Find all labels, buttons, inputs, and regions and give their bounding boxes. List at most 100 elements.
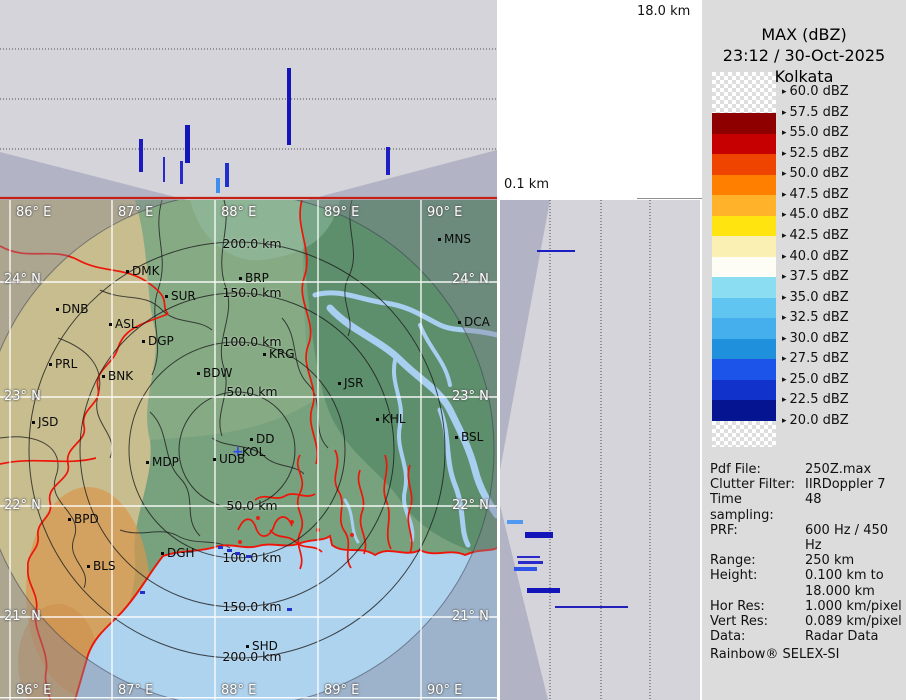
legend-tick-label: ▸47.5 dBZ <box>782 187 849 203</box>
right-cross-section <box>500 200 700 700</box>
echo-row-bar <box>555 606 628 608</box>
metadata-row: Range:250 km <box>710 553 904 568</box>
metadata-value: Radar Data <box>805 629 878 644</box>
legend-tick-label: ▸32.5 dBZ <box>782 310 849 326</box>
legend-tick-label: ▸55.0 dBZ <box>782 125 849 141</box>
metadata-row: Height:0.100 km to 18.000 km <box>710 568 904 598</box>
legend-swatch <box>712 113 776 134</box>
metadata-row: Vert Res:0.089 km/pixel <box>710 614 904 629</box>
echo-column-bar <box>386 147 390 175</box>
right-strip-echo-bars <box>500 200 700 700</box>
legend-swatch <box>712 257 776 278</box>
map-echo-specks <box>0 200 497 700</box>
legend-swatch <box>712 154 776 175</box>
echo-speck <box>287 608 292 611</box>
echo-row-bar <box>507 520 523 524</box>
radar-map: 86° E86° E87° E87° E88° E88° E89° E89° E… <box>0 200 497 700</box>
echo-speck <box>235 552 240 555</box>
legend-tick-label: ▸25.0 dBZ <box>782 372 849 388</box>
legend-swatch <box>712 236 776 257</box>
legend-swatch <box>712 400 776 421</box>
legend-swatch <box>712 134 776 155</box>
metadata-key: Time sampling: <box>710 492 805 522</box>
metadata-key: Hor Res: <box>710 599 805 614</box>
metadata-value: 0.100 km to 18.000 km <box>805 568 884 598</box>
echo-speck <box>140 591 145 594</box>
height-axis-max-label: 18.0 km <box>637 4 690 19</box>
legend-swatch <box>712 359 776 380</box>
echo-row-bar <box>517 556 540 558</box>
legend-tick-label: ▸40.0 dBZ <box>782 249 849 265</box>
legend-tick-arrow-icon: ▸ <box>782 395 787 405</box>
legend-tick-arrow-icon: ▸ <box>782 128 787 138</box>
legend-tick-arrow-icon: ▸ <box>782 231 787 241</box>
echo-column-bar <box>287 68 291 145</box>
legend-tick-arrow-icon: ▸ <box>782 313 787 323</box>
legend-tick-arrow-icon: ▸ <box>782 169 787 179</box>
legend-tick-arrow-icon: ▸ <box>782 354 787 364</box>
echo-row-bar <box>537 250 575 252</box>
metadata-key: Clutter Filter: <box>710 477 805 492</box>
legend-tick-arrow-icon: ▸ <box>782 108 787 118</box>
metadata-value: 600 Hz / 450 Hz <box>805 523 904 553</box>
metadata-value: 48 <box>805 492 822 522</box>
echo-row-bar <box>525 532 553 538</box>
right-strip-top-border <box>637 198 702 199</box>
legend-tick-label: ▸45.0 dBZ <box>782 207 849 223</box>
legend-swatch-below-min <box>712 421 776 447</box>
top-strip-echo-bars <box>0 0 497 200</box>
metadata-key: PRF: <box>710 523 805 553</box>
legend-tick-arrow-icon: ▸ <box>782 190 787 200</box>
product-datetime: 23:12 / 30-Oct-2025 <box>702 45 906 66</box>
legend-swatch <box>712 298 776 319</box>
metadata-value: 250 km <box>805 553 854 568</box>
legend-tick-arrow-icon: ▸ <box>782 87 787 97</box>
echo-row-bar <box>527 588 560 593</box>
echo-column-bar <box>185 125 190 163</box>
metadata-value: 1.000 km/pixel <box>805 599 902 614</box>
echo-column-bar <box>225 163 229 187</box>
legend-tick-label: ▸52.5 dBZ <box>782 146 849 162</box>
legend-tick-label: ▸57.5 dBZ <box>782 105 849 121</box>
echo-speck <box>218 546 223 549</box>
legend-tick-label: ▸20.0 dBZ <box>782 413 849 429</box>
top-cross-section <box>0 0 497 200</box>
legend-swatch <box>712 175 776 196</box>
echo-column-bar <box>139 139 143 172</box>
echo-column-bar <box>163 157 165 182</box>
legend-swatch <box>712 195 776 216</box>
legend-tick-arrow-icon: ▸ <box>782 375 787 385</box>
legend-tick-label: ▸27.5 dBZ <box>782 351 849 367</box>
legend-tick-arrow-icon: ▸ <box>782 149 787 159</box>
echo-row-bar <box>518 561 543 564</box>
height-axis-min-label: 0.1 km <box>504 177 549 192</box>
metadata-row: Time sampling:48 <box>710 492 904 522</box>
metadata-value: IIRDoppler 7 <box>805 477 886 492</box>
legend-swatch <box>712 277 776 298</box>
metadata-key: Vert Res: <box>710 614 805 629</box>
radar-display-window: 18.0 km 0.1 km <box>0 0 906 700</box>
metadata-list: Pdf File:250Z.maxClutter Filter:IIRDoppl… <box>710 462 904 663</box>
metadata-value: 0.089 km/pixel <box>805 614 902 629</box>
legend-swatch-above-max <box>712 72 776 113</box>
echo-speck <box>227 549 232 552</box>
legend-tick-arrow-icon: ▸ <box>782 416 787 426</box>
metadata-row: Pdf File:250Z.max <box>710 462 904 477</box>
legend-swatch <box>712 339 776 360</box>
legend-tick-label: ▸42.5 dBZ <box>782 228 849 244</box>
legend-tick-label: ▸35.0 dBZ <box>782 290 849 306</box>
legend-tick-label: ▸22.5 dBZ <box>782 392 849 408</box>
legend-tick-arrow-icon: ▸ <box>782 252 787 262</box>
echo-column-bar <box>180 161 183 184</box>
metadata-row: PRF:600 Hz / 450 Hz <box>710 523 904 553</box>
legend-swatch <box>712 380 776 401</box>
echo-speck <box>246 555 251 558</box>
metadata-value: 250Z.max <box>805 462 871 477</box>
metadata-key: Range: <box>710 553 805 568</box>
legend-tick-label: ▸60.0 dBZ <box>782 84 849 100</box>
metadata-key: Pdf File: <box>710 462 805 477</box>
legend-swatch <box>712 318 776 339</box>
metadata-key: Data: <box>710 629 805 644</box>
legend-tick-label: ▸30.0 dBZ <box>782 331 849 347</box>
metadata-key: Height: <box>710 568 805 598</box>
